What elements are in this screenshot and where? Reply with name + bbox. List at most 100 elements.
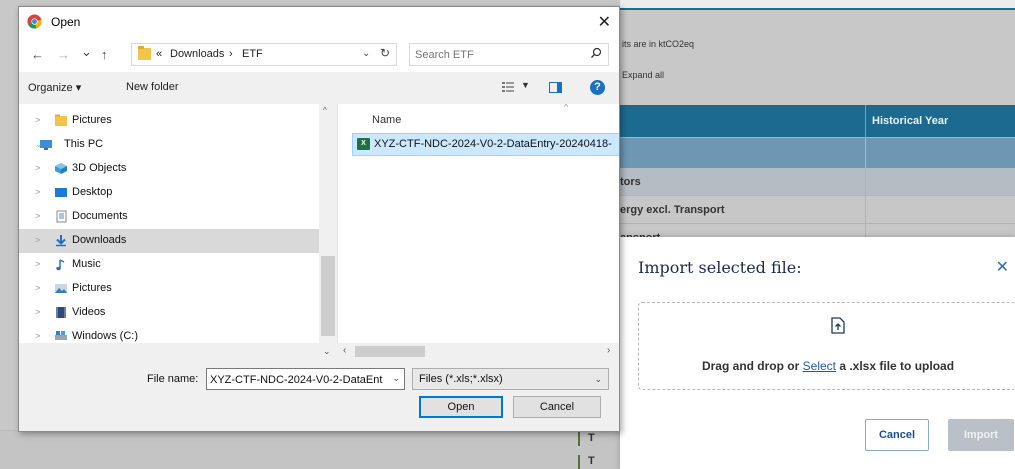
chevron-right-icon[interactable]: > — [35, 187, 40, 197]
historical-year-header: Historical Year — [872, 115, 949, 127]
address-row: ← → ⌄ ↑ « Downloads › ETF ⌄ ↻ — [19, 38, 619, 72]
preview-pane-icon[interactable] — [549, 82, 562, 93]
drive-icon — [54, 330, 68, 343]
chevron-right-icon[interactable]: > — [35, 115, 40, 125]
table-row[interactable]: ergy excl. Transport — [620, 196, 1015, 224]
vertical-scrollbar[interactable]: ^ — [319, 104, 337, 343]
computer-icon — [39, 138, 53, 151]
sidebar-item-label: Videos — [72, 306, 106, 318]
chevron-right-icon[interactable]: > — [35, 307, 40, 317]
table-row[interactable]: tors — [620, 168, 1015, 196]
breadcrumb-overflow[interactable]: « — [156, 48, 162, 60]
file-name-label: File name: — [147, 373, 199, 385]
back-arrow-icon[interactable]: ← — [31, 47, 44, 62]
chevron-right-icon[interactable]: > — [35, 331, 40, 341]
sort-indicator-icon: ^ — [564, 104, 569, 112]
breadcrumb-downloads[interactable]: Downloads — [170, 48, 224, 60]
chevron-down-icon[interactable]: ⌄ — [392, 373, 400, 384]
sidebar-item-label: Music — [72, 258, 101, 270]
organize-menu[interactable]: Organize ▾ — [28, 81, 81, 94]
chevron-right-icon[interactable]: > — [35, 211, 40, 221]
data-table: Historical Year tors ergy excl. Transpor… — [620, 105, 1015, 252]
3d-objects-icon — [54, 162, 68, 175]
table-subheader — [620, 138, 1015, 168]
scroll-up-arrow-icon[interactable]: ^ — [323, 106, 327, 115]
sidebar-item-documents[interactable]: > Documents — [19, 205, 319, 229]
sidebar-item-music[interactable]: > Music — [19, 253, 319, 277]
table-header: Historical Year — [620, 105, 1015, 138]
file-type-value: Files (*.xls;*.xlsx) — [419, 373, 503, 385]
file-name: XYZ-CTF-NDC-2024-V0-2-DataEntry-20240418… — [374, 138, 612, 150]
sidebar-item-downloads[interactable]: > Downloads — [19, 229, 319, 253]
chevron-right-icon[interactable]: > — [35, 259, 40, 269]
dialog-titlebar[interactable]: Open ✕ — [19, 7, 619, 38]
open-file-dialog: Open ✕ ← → ⌄ ↑ « Downloads › ETF ⌄ ↻ Org… — [18, 6, 620, 432]
file-name-input[interactable] — [210, 372, 386, 387]
column-header-name[interactable]: Name — [372, 114, 401, 126]
sidebar-item-label: Downloads — [72, 234, 127, 246]
chevron-down-icon[interactable]: ⌄ — [362, 48, 370, 59]
dialog-cancel-button[interactable]: Cancel — [513, 396, 601, 418]
file-list-item[interactable]: X XYZ-CTF-NDC-2024-V0-2-DataEntry-202404… — [352, 133, 619, 156]
chevron-right-icon[interactable]: > — [35, 235, 40, 245]
refresh-icon[interactable]: ↻ — [380, 46, 390, 60]
search-icon — [591, 47, 602, 58]
sidebar-item-label: This PC — [64, 138, 104, 150]
close-icon[interactable]: ✕ — [598, 12, 611, 32]
search-input[interactable] — [415, 47, 575, 62]
file-type-select[interactable]: Files (*.xls;*.xlsx) ⌄ — [412, 368, 609, 390]
sidebar-item-windows-c[interactable]: > Windows (C:) — [19, 325, 319, 343]
desktop-icon — [54, 186, 68, 199]
horizontal-scrollbar[interactable]: ⌄ ‹ › — [19, 343, 619, 360]
cancel-button[interactable]: Cancel — [865, 419, 929, 451]
scrollbar-thumb[interactable] — [321, 256, 335, 336]
sidebar-item-3d-objects[interactable]: >3D Objects — [19, 157, 319, 181]
recent-locations-icon[interactable]: ⌄ — [81, 44, 92, 60]
chevron-down-icon[interactable]: ▼ — [521, 80, 530, 90]
chevron-right-icon[interactable]: > — [35, 283, 40, 293]
sidebar-item-pictures[interactable]: > Pictures — [19, 277, 319, 301]
open-button[interactable]: Open — [419, 396, 503, 418]
chevron-down-icon: ⌄ — [594, 374, 602, 384]
file-dropzone[interactable]: Drag and drop or Select a .xlsx file to … — [638, 302, 1015, 390]
dropzone-text: Drag and drop or Select a .xlsx file to … — [701, 359, 955, 373]
scroll-left-arrow-icon[interactable]: ‹ — [343, 345, 346, 356]
sidebar-item-label: Pictures — [72, 282, 112, 294]
sidebar-item-this-pc[interactable]: ⌄ This PC — [19, 133, 319, 157]
sidebar-item-label: 3D Objects — [72, 162, 127, 174]
import-modal: Import selected file: ✕ Drag and drop or… — [620, 237, 1015, 469]
select-file-link[interactable]: Select — [803, 359, 836, 373]
up-arrow-icon[interactable]: ↑ — [101, 47, 108, 62]
sidebar-item-label: Desktop — [72, 186, 113, 198]
new-folder-button[interactable]: New folder — [126, 81, 179, 93]
close-icon[interactable]: ✕ — [996, 257, 1009, 277]
downloads-icon — [54, 234, 68, 247]
background-footer — [0, 430, 620, 469]
sidebar-item-pictures[interactable]: > Pictures — [19, 109, 319, 133]
breadcrumb-separator: › — [229, 48, 233, 60]
address-bar[interactable]: « Downloads › ETF ⌄ ↻ — [131, 43, 397, 66]
chrome-icon — [27, 14, 42, 29]
import-button[interactable]: Import — [948, 419, 1014, 451]
folder-icon — [54, 114, 68, 127]
dialog-toolbar: Organize ▾ New folder ▼ ? — [19, 73, 619, 103]
view-options-icon[interactable] — [502, 82, 514, 92]
import-modal-title: Import selected file: — [638, 258, 802, 277]
forward-arrow-icon[interactable]: → — [57, 47, 70, 62]
navigation-pane: > Pictures ⌄ This PC >3D Objects > Desktop > Doc… — [19, 104, 337, 343]
scroll-right-arrow-icon[interactable]: › — [607, 345, 610, 356]
help-icon[interactable]: ? — [590, 80, 605, 95]
breadcrumb-etf[interactable]: ETF — [242, 48, 263, 60]
scrollbar-thumb[interactable] — [355, 346, 425, 357]
file-name-field[interactable]: ⌄ — [206, 368, 405, 390]
sidebar-item-videos[interactable]: > Videos — [19, 301, 319, 325]
row-marker: T — [578, 455, 595, 469]
sidebar-item-desktop[interactable]: > Desktop — [19, 181, 319, 205]
sidebar-item-label: Windows (C:) — [72, 330, 139, 342]
expand-all-link[interactable]: Expand all — [622, 70, 664, 80]
upload-file-icon — [831, 317, 845, 334]
chevron-right-icon[interactable]: > — [35, 163, 40, 173]
music-icon — [54, 258, 68, 271]
scroll-down-arrow-icon[interactable]: ⌄ — [323, 346, 331, 357]
search-box[interactable] — [409, 43, 609, 66]
